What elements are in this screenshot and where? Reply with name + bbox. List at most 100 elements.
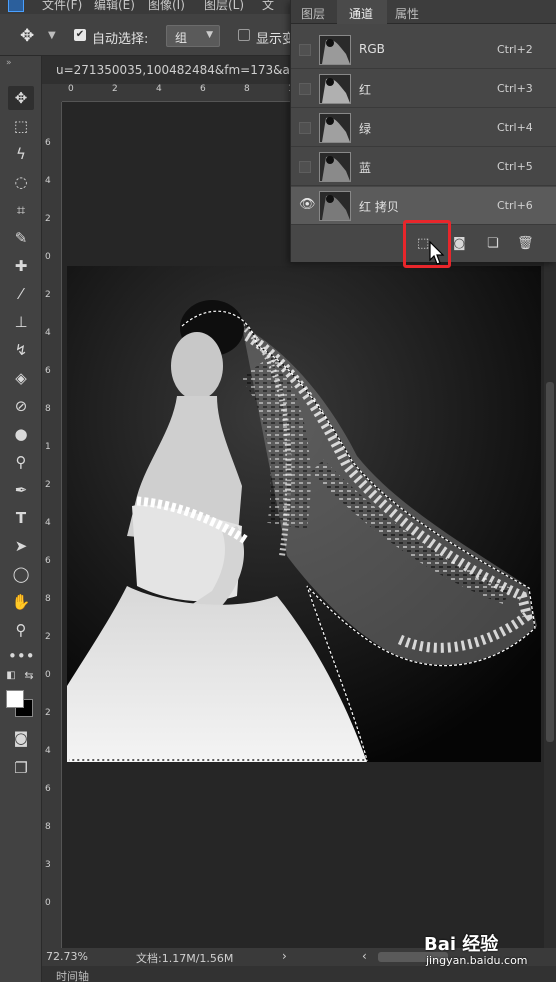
channel-name: 红 — [359, 83, 372, 97]
chevron-right-icon[interactable]: › — [282, 949, 287, 963]
tab-layers[interactable]: 图层 — [301, 5, 325, 22]
ruler-tick-label: 8 — [45, 822, 51, 832]
default-colors-icon[interactable]: ◧ — [4, 664, 18, 688]
delete-channel-icon[interactable]: 🗑 — [517, 236, 534, 251]
healing-brush-tool-icon[interactable]: ✚ — [8, 254, 34, 278]
ruler-tick-label: 8 — [45, 404, 51, 414]
channel-row[interactable]: RGB Ctrl+2 — [291, 31, 556, 69]
quick-select-tool-icon[interactable]: ◌ — [8, 170, 34, 194]
channel-row[interactable]: 红 Ctrl+3 — [291, 70, 556, 108]
ruler-tick-label: 4 — [45, 746, 51, 756]
quick-mask-icon[interactable]: ◙ — [8, 726, 34, 750]
marquee-tool-icon[interactable]: ⬚ — [8, 114, 34, 138]
eraser-tool-icon[interactable]: ◈ — [8, 366, 34, 390]
channel-thumbnail — [319, 35, 351, 65]
save-selection-mask-icon[interactable]: ◙ — [453, 236, 466, 251]
clone-stamp-tool-icon[interactable]: ⊥ — [8, 310, 34, 334]
ruler-tick-label: 2 — [112, 84, 118, 94]
menu-type[interactable]: 文 — [262, 0, 274, 13]
document-title: u=271350035,100482484&fm=173&ap — [56, 63, 298, 77]
chevron-left-icon[interactable]: ‹ — [362, 949, 367, 963]
new-channel-icon[interactable]: ❏ — [487, 236, 499, 251]
channel-thumbnail — [319, 152, 351, 182]
thumbnail-image — [320, 75, 350, 103]
zoom-tool-icon[interactable]: ⚲ — [8, 618, 34, 642]
ruler-tick-label: 4 — [45, 518, 51, 528]
ruler-tick-label: 4 — [156, 84, 162, 94]
ruler-tick-label: 2 — [45, 214, 51, 224]
panel-tab-bar: 图层 通道 属性 — [291, 0, 556, 24]
paint-bucket-tool-icon[interactable]: ⊘ — [8, 394, 34, 418]
ruler-tick-label: 3 — [45, 860, 51, 870]
crop-tool-icon[interactable]: ⌗ — [8, 198, 34, 222]
visibility-toggle[interactable] — [299, 122, 311, 134]
scrollbar-thumb[interactable] — [546, 382, 554, 742]
chevron-down-icon: ▼ — [206, 30, 213, 40]
zoom-level[interactable]: 72.73% — [46, 950, 88, 963]
tab-properties[interactable]: 属性 — [395, 5, 419, 22]
move-tool-preset-icon[interactable]: ✥ — [20, 26, 34, 46]
lasso-tool-icon[interactable]: ϟ — [8, 142, 34, 166]
auto-select-dropdown[interactable]: 组 ▼ — [166, 25, 220, 47]
document-size: 文档:1.17M/1.56M — [136, 952, 234, 965]
ruler-tick-label: 0 — [45, 670, 51, 680]
auto-select-value: 组 — [175, 31, 188, 45]
baidu-jingyan-watermark: Bai 经验 jingyan.baidu.com — [420, 930, 550, 970]
channel-name: 绿 — [359, 122, 372, 136]
blur-tool-icon[interactable]: ● — [8, 422, 34, 446]
collapse-toolbar-icon[interactable]: » — [6, 58, 12, 68]
auto-select-checkbox[interactable]: ✔ — [74, 29, 86, 41]
hand-tool-icon[interactable]: ✋ — [8, 590, 34, 614]
ruler-tick-label: 6 — [45, 366, 51, 376]
ellipse-tool-icon[interactable]: ◯ — [8, 562, 34, 586]
visibility-toggle[interactable] — [299, 161, 311, 173]
ruler-tick-label: 2 — [45, 290, 51, 300]
ruler-tick-label: 0 — [68, 84, 74, 94]
menu-file[interactable]: 文件(F) — [42, 0, 82, 13]
channel-row[interactable]: 绿 Ctrl+4 — [291, 109, 556, 147]
menu-image[interactable]: 图像(I) — [148, 0, 185, 13]
type-tool-icon[interactable]: T — [8, 506, 34, 530]
ruler-tick-label: 0 — [45, 898, 51, 908]
menu-layer[interactable]: 图层(L) — [204, 0, 244, 13]
history-brush-tool-icon[interactable]: ↯ — [8, 338, 34, 362]
ruler-tick-label: 8 — [45, 594, 51, 604]
thumbnail-image — [320, 153, 350, 181]
visibility-toggle[interactable] — [299, 83, 311, 95]
dodge-tool-icon[interactable]: ⚲ — [8, 450, 34, 474]
ruler-tick-label: 2 — [45, 480, 51, 490]
channel-thumbnail — [319, 191, 351, 221]
watermark-url: jingyan.baidu.com — [426, 954, 528, 967]
channel-shortcut: Ctrl+2 — [497, 43, 533, 56]
thumbnail-image — [320, 36, 350, 64]
show-transform-checkbox[interactable] — [238, 29, 250, 41]
pen-tool-icon[interactable]: ✒ — [8, 478, 34, 502]
vertical-ruler[interactable]: 6 4 2 0 2 4 6 8 1 2 4 6 8 2 0 2 4 6 8 3 0 — [42, 102, 62, 950]
ruler-tick-label: 4 — [45, 176, 51, 186]
channel-row[interactable]: 蓝 Ctrl+5 — [291, 148, 556, 186]
eye-icon[interactable]: 👁 — [299, 197, 316, 212]
channel-shortcut: Ctrl+5 — [497, 160, 533, 173]
foreground-color-swatch[interactable] — [6, 690, 24, 708]
auto-select-label: 自动选择: — [92, 32, 149, 47]
canvas-image[interactable] — [67, 266, 541, 762]
chevron-down-icon[interactable]: ▼ — [48, 30, 56, 41]
ruler-tick-label: 2 — [45, 708, 51, 718]
path-select-tool-icon[interactable]: ➤ — [8, 534, 34, 558]
eyedropper-tool-icon[interactable]: ✎ — [8, 226, 34, 250]
ruler-tick-label: 6 — [45, 784, 51, 794]
ruler-tick-label: 0 — [45, 252, 51, 262]
timeline-label: 时间轴 — [56, 970, 89, 982]
ruler-tick-label: 6 — [45, 556, 51, 566]
menu-edit[interactable]: 编辑(E) — [94, 0, 135, 13]
swap-colors-icon[interactable]: ⇆ — [22, 664, 36, 688]
brush-tool-icon[interactable]: ⁄ — [8, 282, 34, 306]
tab-channels[interactable]: 通道 — [349, 5, 373, 22]
move-tool-icon[interactable]: ✥ — [8, 86, 34, 110]
ruler-tick-label: 8 — [244, 84, 250, 94]
screen-mode-icon[interactable]: ❐ — [8, 756, 34, 780]
channel-shortcut: Ctrl+6 — [497, 199, 533, 212]
watermark-logo-text: Bai 经验 — [424, 934, 499, 955]
visibility-toggle[interactable] — [299, 44, 311, 56]
channel-thumbnail — [319, 74, 351, 104]
